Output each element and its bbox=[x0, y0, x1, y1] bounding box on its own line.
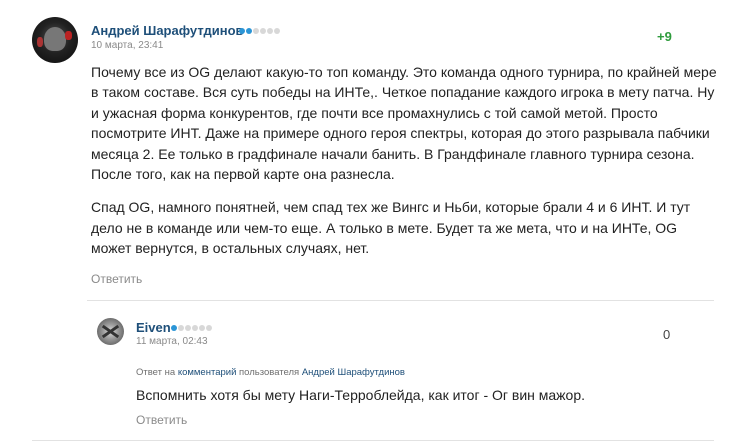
reply-date: 11 марта, 02:43 bbox=[136, 336, 208, 347]
divider bbox=[32, 440, 714, 441]
reply-author[interactable]: Eiven bbox=[136, 320, 171, 335]
user-rank-indicator bbox=[239, 28, 280, 34]
comment-author[interactable]: Андрей Шарафутдинов bbox=[91, 23, 244, 38]
comment-body: Почему все из OG делают какую-то топ ком… bbox=[91, 62, 721, 272]
divider bbox=[87, 300, 714, 301]
user-avatar-icon[interactable] bbox=[97, 318, 124, 345]
comment-score[interactable]: +9 bbox=[657, 29, 672, 44]
reply-to-prefix: Ответ на bbox=[136, 367, 176, 378]
reply-score[interactable]: 0 bbox=[663, 327, 670, 342]
rank-dot bbox=[253, 28, 259, 34]
rank-dot bbox=[246, 28, 252, 34]
rank-dot bbox=[267, 28, 273, 34]
comment-paragraph: Почему все из OG делают какую-то топ ком… bbox=[91, 64, 717, 183]
user-avatar-icon[interactable] bbox=[32, 17, 78, 63]
rank-dot bbox=[185, 325, 191, 331]
comment-paragraph: Спад OG, намного понятней, чем спад тех … bbox=[91, 199, 691, 257]
comment-thread: Андрей Шарафутдинов 10 марта, 23:41 +9 П… bbox=[0, 0, 730, 444]
reply-to-user-link[interactable]: Андрей Шарафутдинов bbox=[302, 367, 405, 378]
reply-body: Вспомнить хотя бы мету Наги-Терроблейда,… bbox=[136, 387, 585, 403]
reply-to-comment-link[interactable]: комментарий bbox=[178, 367, 237, 378]
reply-to-line: Ответ на комментарий пользователя Андрей… bbox=[136, 367, 405, 378]
rank-dot bbox=[178, 325, 184, 331]
reply-button[interactable]: Ответить bbox=[136, 413, 187, 427]
user-rank-indicator bbox=[171, 325, 212, 331]
rank-dot bbox=[260, 28, 266, 34]
rank-dot bbox=[192, 325, 198, 331]
reply-button[interactable]: Ответить bbox=[91, 272, 142, 286]
rank-dot bbox=[199, 325, 205, 331]
rank-dot bbox=[206, 325, 212, 331]
rank-dot bbox=[274, 28, 280, 34]
rank-dot bbox=[239, 28, 245, 34]
rank-dot bbox=[171, 325, 177, 331]
reply-to-mid: пользователя bbox=[239, 367, 300, 378]
comment-date: 10 марта, 23:41 bbox=[91, 40, 164, 51]
